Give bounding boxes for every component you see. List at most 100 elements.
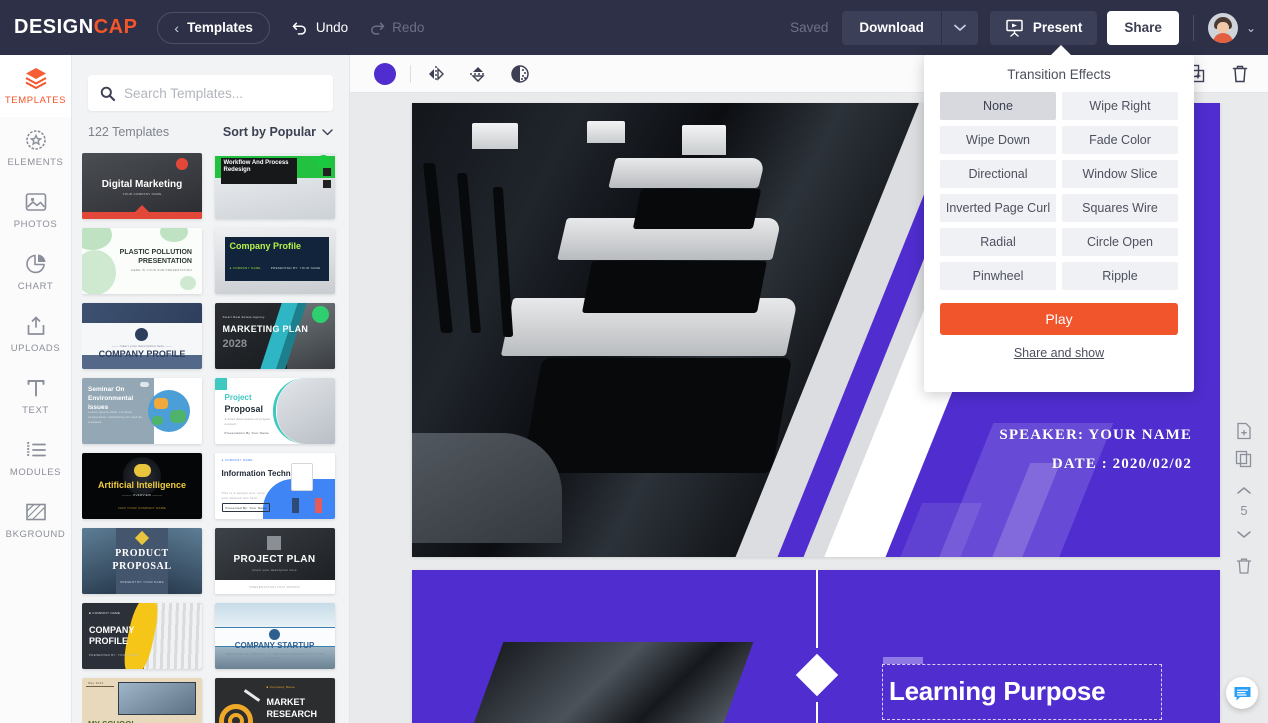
delete-page-icon[interactable] <box>1235 557 1253 575</box>
templates-back-button[interactable]: ‹ Templates <box>157 11 270 44</box>
transition-effects-grid: None Wipe Right Wipe Down Fade Color Directi… <box>924 92 1194 290</box>
search-icon <box>100 86 115 101</box>
avatar-body <box>1212 32 1233 43</box>
transition-effect-directional[interactable]: Directional <box>940 160 1056 188</box>
chevron-down-icon <box>954 24 966 31</box>
chat-icon <box>1234 686 1250 700</box>
pie-chart-icon <box>25 254 45 274</box>
date-line: DATE : 2020/02/02 <box>1051 455 1192 472</box>
share-and-show-link[interactable]: Share and show <box>924 346 1194 360</box>
opacity-icon[interactable] <box>509 63 531 85</box>
transition-effect-wipe-right[interactable]: Wipe Right <box>1062 92 1178 120</box>
upload-icon <box>27 316 44 335</box>
chat-button[interactable] <box>1226 677 1258 709</box>
template-thumbnail[interactable]: Seminar On Environmental Issues Lorem ip… <box>82 378 202 444</box>
transition-effect-inverted-page-curl[interactable]: Inverted Page Curl <box>940 194 1056 222</box>
header-actions: Saved Download Present Share ⌄ <box>790 0 1256 55</box>
transition-effect-ripple[interactable]: Ripple <box>1062 262 1178 290</box>
template-count: 122 Templates <box>88 125 170 139</box>
sidebar-item-bkground[interactable]: BKGROUND <box>0 489 71 551</box>
page-down-button[interactable] <box>1235 525 1253 543</box>
layers-icon <box>25 68 46 90</box>
flip-vertical-icon[interactable] <box>467 63 489 85</box>
template-thumbnail[interactable]: Workflow And Process Redesign <box>214 153 335 219</box>
badge-star-icon <box>25 130 46 150</box>
sidebar-item-chart[interactable]: CHART <box>0 241 71 303</box>
avatar[interactable] <box>1207 12 1238 43</box>
sidebar-item-templates[interactable]: TEMPLATES <box>0 55 71 117</box>
templates-button-label: Templates <box>187 20 253 35</box>
transition-effect-pinwheel[interactable]: Pinwheel <box>940 262 1056 290</box>
templates-grid: Digital Marketing YOUR COMPANY NAME Work… <box>82 153 339 723</box>
sidebar-item-uploads[interactable]: UPLOADS <box>0 303 71 365</box>
template-thumbnail[interactable]: Smart Real Estate Agency MARKETING PLAN … <box>214 303 335 369</box>
search-box[interactable] <box>88 75 333 111</box>
app-header: DESIGNCAP ‹ Templates Undo Redo Saved Do… <box>0 0 1268 55</box>
color-swatch-button[interactable] <box>374 62 396 85</box>
list-icon <box>26 441 46 457</box>
template-thumbnail[interactable]: Artificial Intelligence ——— OVERVIEW ———… <box>82 453 202 519</box>
template-thumbnail[interactable]: PROJECT PLAN Insert your description her… <box>214 528 335 594</box>
text-t-icon <box>27 380 44 397</box>
template-thumbnail[interactable]: Digital Marketing YOUR COMPANY NAME <box>82 153 202 219</box>
template-thumbnail[interactable]: ■ Company Name MARKET RESEARCH You Could… <box>214 678 335 723</box>
redo-icon <box>371 22 385 35</box>
learning-purpose-textbox[interactable]: Learning Purpose <box>882 657 1162 720</box>
present-button[interactable]: Present <box>989 10 1098 45</box>
page-up-button[interactable] <box>1235 482 1253 500</box>
sidebar-item-label: ELEMENTS <box>7 157 64 168</box>
download-button[interactable]: Download <box>842 10 941 45</box>
popover-title: Transition Effects <box>1007 67 1111 82</box>
transition-effects-popover: Transition Effects None Wipe Right Wipe Do… <box>924 55 1194 392</box>
present-label: Present <box>1032 20 1083 35</box>
slide1-speaker-block: SPEAKER: YOUR NAME DATE : 2020/02/02 <box>999 421 1192 478</box>
avatar-dropdown-caret[interactable]: ⌄ <box>1246 21 1256 35</box>
trash-icon[interactable] <box>1230 64 1250 84</box>
slide2-divider-top <box>816 570 818 648</box>
play-button[interactable]: Play <box>940 303 1178 335</box>
sidebar-item-label: TEMPLATES <box>4 95 67 106</box>
toolbar-divider <box>410 64 411 83</box>
transition-effect-radial[interactable]: Radial <box>940 228 1056 256</box>
share-button[interactable]: Share <box>1107 10 1179 45</box>
page-number: 5 <box>1240 503 1248 518</box>
slide2-diamond <box>795 653 839 697</box>
transition-effect-circle-open[interactable]: Circle Open <box>1062 228 1178 256</box>
template-thumbnail[interactable]: —— Insert your description here —— COMPA… <box>82 303 202 369</box>
logo-design: DESIGN <box>14 16 94 38</box>
template-thumbnail[interactable]: Project Proposal A brief description of … <box>214 378 335 444</box>
image-icon <box>25 193 46 211</box>
slide-2[interactable]: Learning Purpose <box>412 570 1220 723</box>
selection-handle[interactable] <box>883 657 923 664</box>
sidebar-item-elements[interactable]: ELEMENTS <box>0 117 71 179</box>
template-thumbnail[interactable]: PRODUCT PROPOSAL PRESENT BY YOUR NAME <box>82 528 202 594</box>
transition-effect-squares-wire[interactable]: Squares Wire <box>1062 194 1178 222</box>
sidebar-item-label: PHOTOS <box>13 219 58 230</box>
redo-button[interactable]: Redo <box>368 20 424 35</box>
download-dropdown-button[interactable] <box>941 10 978 45</box>
transition-effect-window-slice[interactable]: Window Slice <box>1062 160 1178 188</box>
template-thumbnail[interactable]: COMPANY STARTUP WELCOME ALL PEOPLE TO TH… <box>214 603 335 669</box>
transition-effect-none[interactable]: None <box>940 92 1056 120</box>
header-divider <box>1192 14 1194 41</box>
sidebar-item-modules[interactable]: MODULES <box>0 427 71 489</box>
copy-page-icon[interactable] <box>1235 450 1253 468</box>
undo-button[interactable]: Undo <box>292 20 348 35</box>
search-input[interactable] <box>124 85 321 101</box>
logo-cap: CAP <box>93 16 138 38</box>
left-rail: TEMPLATES ELEMENTS PHOTOS CHART UPLOADS TEXT M… <box>0 55 72 723</box>
template-thumbnail[interactable]: May 2024 MY SCHOOLPRESENTATION <box>82 678 202 723</box>
template-thumbnail[interactable]: Company Profile ● COMPANY NAME PRESENTED… <box>214 228 335 294</box>
transition-effect-fade-color[interactable]: Fade Color <box>1062 126 1178 154</box>
template-thumbnail[interactable]: ● COMPANY NAME Information Technology Th… <box>214 453 335 519</box>
template-thumbnail[interactable]: ■ COMPANY NAME COMPANY PROFILE PRESENTED… <box>82 603 202 669</box>
template-thumbnail[interactable]: PLASTIC POLLUTION PRESENTATION HERE IS Y… <box>82 228 202 294</box>
sort-dropdown[interactable]: Sort by Popular <box>223 125 333 139</box>
avatar-face <box>1216 21 1229 33</box>
transition-effect-wipe-down[interactable]: Wipe Down <box>940 126 1056 154</box>
flip-horizontal-icon[interactable] <box>425 63 447 85</box>
sidebar-item-text[interactable]: TEXT <box>0 365 71 427</box>
sidebar-item-photos[interactable]: PHOTOS <box>0 179 71 241</box>
sidebar-item-label: CHART <box>17 281 54 292</box>
add-page-icon[interactable] <box>1235 422 1253 440</box>
